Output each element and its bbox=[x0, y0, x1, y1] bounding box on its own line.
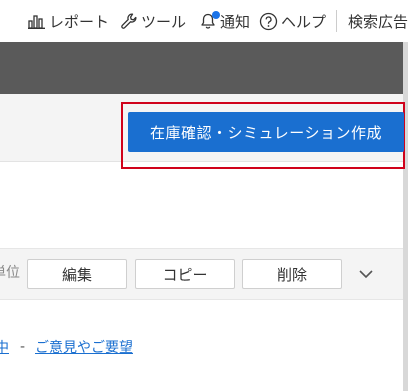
chevron-down-icon[interactable] bbox=[357, 265, 375, 283]
header-bar bbox=[0, 42, 408, 94]
nav-help-label: ヘルプ bbox=[281, 12, 327, 31]
nav-search-ads[interactable]: 検索広告 bbox=[348, 0, 408, 42]
nav-tools-label: ツール bbox=[141, 12, 187, 31]
edit-button[interactable]: 編集 bbox=[27, 259, 127, 289]
unit-label: 単位 bbox=[0, 265, 20, 281]
wrench-icon bbox=[121, 13, 137, 29]
nav-help[interactable]: ヘルプ bbox=[259, 0, 326, 42]
bar-chart-icon bbox=[28, 15, 45, 29]
nav-tools[interactable]: ツール bbox=[120, 0, 186, 42]
footer-separator: - bbox=[20, 339, 26, 355]
copy-button[interactable]: コピー bbox=[135, 259, 235, 289]
footer-link-cut[interactable]: 中 bbox=[0, 337, 9, 357]
inventory-simulation-create-button[interactable]: 在庫確認・シミュレーション作成 bbox=[128, 112, 404, 152]
nav-report-label: レポート bbox=[49, 12, 110, 31]
nav-notifications[interactable]: 通知 bbox=[199, 0, 250, 42]
question-circle-icon bbox=[259, 12, 278, 30]
nav-divider bbox=[336, 10, 337, 32]
delete-button[interactable]: 削除 bbox=[242, 259, 342, 289]
nav-search-label: 検索広告 bbox=[348, 12, 408, 31]
top-navigation: レポート ツール 通知 ヘルプ 検索広告 bbox=[0, 0, 408, 42]
scrollbar-edge[interactable] bbox=[403, 42, 408, 391]
notification-dot-icon bbox=[212, 11, 220, 19]
nav-notify-label: 通知 bbox=[220, 12, 251, 31]
feedback-link[interactable]: ご意見やご要望 bbox=[35, 337, 133, 357]
nav-report[interactable]: レポート bbox=[28, 0, 109, 42]
